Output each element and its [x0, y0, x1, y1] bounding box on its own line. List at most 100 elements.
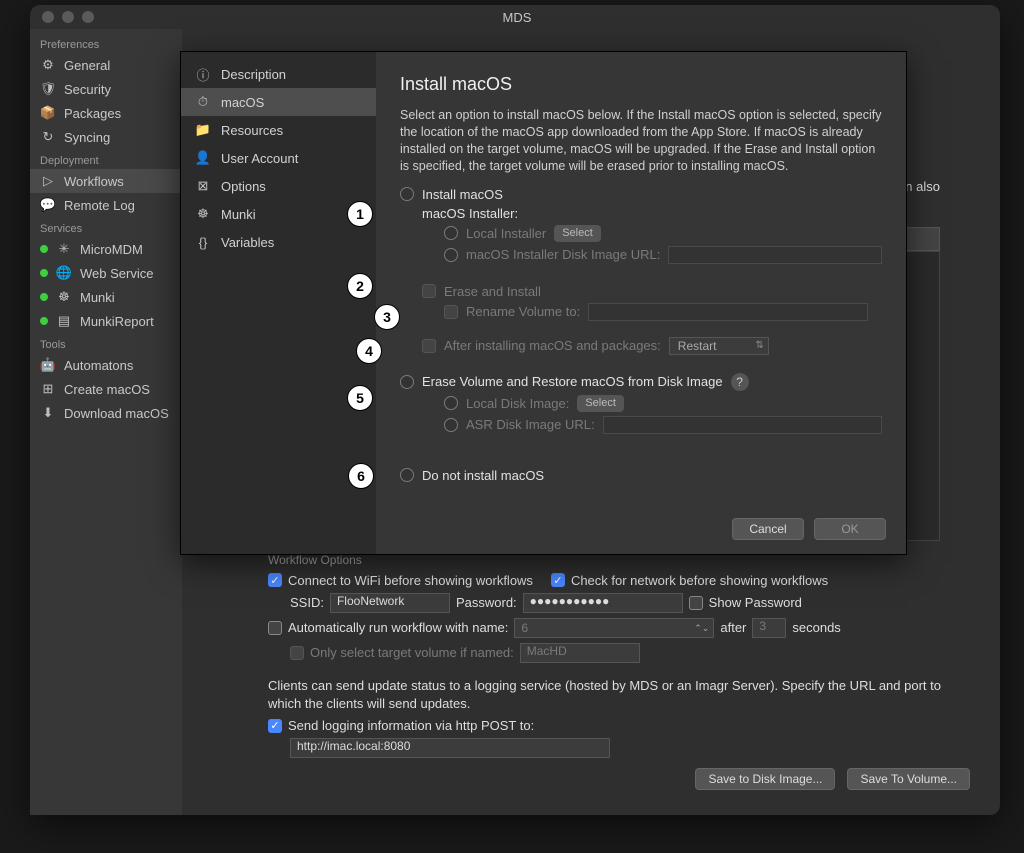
- nav-macos[interactable]: ⏱macOS: [181, 88, 376, 116]
- save-to-disk-image-button[interactable]: Save to Disk Image...: [695, 768, 835, 790]
- workflow-options: Workflow Options ✓ Connect to WiFi befor…: [268, 553, 970, 795]
- checkbox-auto-run[interactable]: [268, 621, 282, 635]
- robot-icon: 🤖: [40, 357, 56, 373]
- label-local-disk-image: Local Disk Image:: [466, 396, 569, 411]
- shield-icon: 🛡: [40, 81, 56, 97]
- radio-do-not-install[interactable]: [400, 468, 414, 482]
- label-install-macos: Install macOS: [422, 187, 503, 202]
- timer-icon: ⏱: [195, 94, 211, 110]
- help-icon[interactable]: ?: [731, 373, 749, 391]
- logging-url-input[interactable]: http://imac.local:8080: [290, 738, 610, 758]
- mdm-icon: ✳: [56, 241, 72, 257]
- nav-user-account[interactable]: 👤User Account: [181, 144, 376, 172]
- checkbox-after-install[interactable]: [422, 339, 436, 353]
- after-install-select[interactable]: Restart: [669, 337, 769, 355]
- sidebar-item-create-macos[interactable]: ⊞Create macOS: [30, 377, 182, 401]
- nav-options[interactable]: ⊠Options: [181, 172, 376, 200]
- password-label: Password:: [456, 595, 517, 610]
- globe-icon: 🌐: [56, 265, 72, 281]
- radio-install-macos[interactable]: [400, 187, 414, 201]
- callout-3: 3: [374, 304, 400, 330]
- preferences-sidebar: Preferences ⚙General 🛡Security 📦Packages…: [30, 29, 182, 815]
- status-dot-icon: [40, 317, 48, 325]
- status-dot-icon: [40, 293, 48, 301]
- installer-label: macOS Installer:: [422, 206, 518, 221]
- sidebar-item-packages[interactable]: 📦Packages: [30, 101, 182, 125]
- label-connect-wifi: Connect to WiFi before showing workflows: [288, 573, 533, 588]
- app-window: MDS Preferences ⚙General 🛡Security 📦Pack…: [30, 5, 1000, 815]
- checkbox-show-password[interactable]: [689, 596, 703, 610]
- checkbox-connect-wifi[interactable]: ✓: [268, 573, 282, 587]
- checkbox-rename-volume[interactable]: [444, 305, 458, 319]
- radio-erase-restore[interactable]: [400, 375, 414, 389]
- cancel-button[interactable]: Cancel: [732, 518, 804, 540]
- label-send-logging: Send logging information via http POST t…: [288, 718, 534, 733]
- select-disk-image-button[interactable]: Select: [577, 395, 624, 412]
- password-input[interactable]: ●●●●●●●●●●●: [523, 593, 683, 613]
- install-macos-dialog: ⓘDescription ⏱macOS 📁Resources 👤User Acc…: [180, 51, 907, 555]
- rename-volume-input[interactable]: [588, 303, 868, 321]
- minimize-icon[interactable]: [62, 11, 74, 23]
- sidebar-item-general[interactable]: ⚙General: [30, 53, 182, 77]
- label-erase-restore: Erase Volume and Restore macOS from Disk…: [422, 374, 723, 389]
- dialog-body: Install macOS Select an option to instal…: [376, 52, 906, 554]
- dialog-title: Install macOS: [400, 74, 882, 95]
- logging-description: Clients can send update status to a logg…: [268, 677, 970, 713]
- create-icon: ⊞: [40, 381, 56, 397]
- sidebar-item-security[interactable]: 🛡Security: [30, 77, 182, 101]
- checkbox-check-network[interactable]: ✓: [551, 573, 565, 587]
- window-title: MDS: [102, 10, 932, 25]
- radio-disk-image-url[interactable]: [444, 248, 458, 262]
- radio-local-installer[interactable]: [444, 226, 458, 240]
- ssid-label: SSID:: [290, 595, 324, 610]
- play-icon: ▷: [40, 173, 56, 189]
- sidebar-item-automatons[interactable]: 🤖Automatons: [30, 353, 182, 377]
- sidebar-item-syncing[interactable]: ↻Syncing: [30, 125, 182, 149]
- save-to-volume-button[interactable]: Save To Volume...: [847, 768, 970, 790]
- package-icon: 📦: [40, 105, 56, 121]
- nav-resources[interactable]: 📁Resources: [181, 116, 376, 144]
- nav-variables[interactable]: {}Variables: [181, 228, 376, 256]
- callout-6: 6: [348, 463, 374, 489]
- checkbox-erase-install[interactable]: [422, 284, 436, 298]
- close-box-icon: ⊠: [195, 178, 211, 194]
- nav-description[interactable]: ⓘDescription: [181, 60, 376, 88]
- sidebar-item-munki[interactable]: ☸Munki: [30, 285, 182, 309]
- after-seconds-input[interactable]: 3: [752, 618, 786, 638]
- ssid-input[interactable]: FlooNetwork: [330, 593, 450, 613]
- zoom-icon[interactable]: [82, 11, 94, 23]
- label-only-if-named: Only select target volume if named:: [310, 645, 514, 660]
- label-disk-image-url: macOS Installer Disk Image URL:: [466, 247, 660, 262]
- label-seconds: seconds: [792, 620, 840, 635]
- report-icon: ▤: [56, 313, 72, 329]
- checkbox-only-if-named[interactable]: [290, 646, 304, 660]
- disk-image-url-input[interactable]: [668, 246, 882, 264]
- titlebar: MDS: [30, 5, 1000, 29]
- radio-asr-url[interactable]: [444, 418, 458, 432]
- label-auto-run: Automatically run workflow with name:: [288, 620, 508, 635]
- sidebar-item-remote-log[interactable]: 💬Remote Log: [30, 193, 182, 217]
- checkbox-send-logging[interactable]: ✓: [268, 719, 282, 733]
- callout-5: 5: [347, 385, 373, 411]
- sidebar-item-web-service[interactable]: 🌐Web Service: [30, 261, 182, 285]
- ok-button[interactable]: OK: [814, 518, 886, 540]
- callout-2: 2: [347, 273, 373, 299]
- select-installer-button[interactable]: Select: [554, 225, 601, 242]
- gear-icon: ⚙: [40, 57, 56, 73]
- label-check-network: Check for network before showing workflo…: [571, 573, 828, 588]
- auto-run-select[interactable]: 6: [514, 618, 714, 638]
- status-dot-icon: [40, 245, 48, 253]
- radio-local-disk-image[interactable]: [444, 396, 458, 410]
- sidebar-item-download-macos[interactable]: ⬇Download macOS: [30, 401, 182, 425]
- sidebar-item-workflows[interactable]: ▷Workflows: [30, 169, 182, 193]
- sidebar-item-munkireport[interactable]: ▤MunkiReport: [30, 309, 182, 333]
- asr-url-input[interactable]: [603, 416, 882, 434]
- group-header-tools: Tools: [30, 333, 182, 353]
- munki-icon: ☸: [56, 289, 72, 305]
- only-if-named-input[interactable]: MacHD: [520, 643, 640, 663]
- info-icon: ⓘ: [195, 66, 211, 82]
- label-after-install: After installing macOS and packages:: [444, 338, 661, 353]
- close-icon[interactable]: [42, 11, 54, 23]
- log-icon: 💬: [40, 197, 56, 213]
- sidebar-item-micromdm[interactable]: ✳MicroMDM: [30, 237, 182, 261]
